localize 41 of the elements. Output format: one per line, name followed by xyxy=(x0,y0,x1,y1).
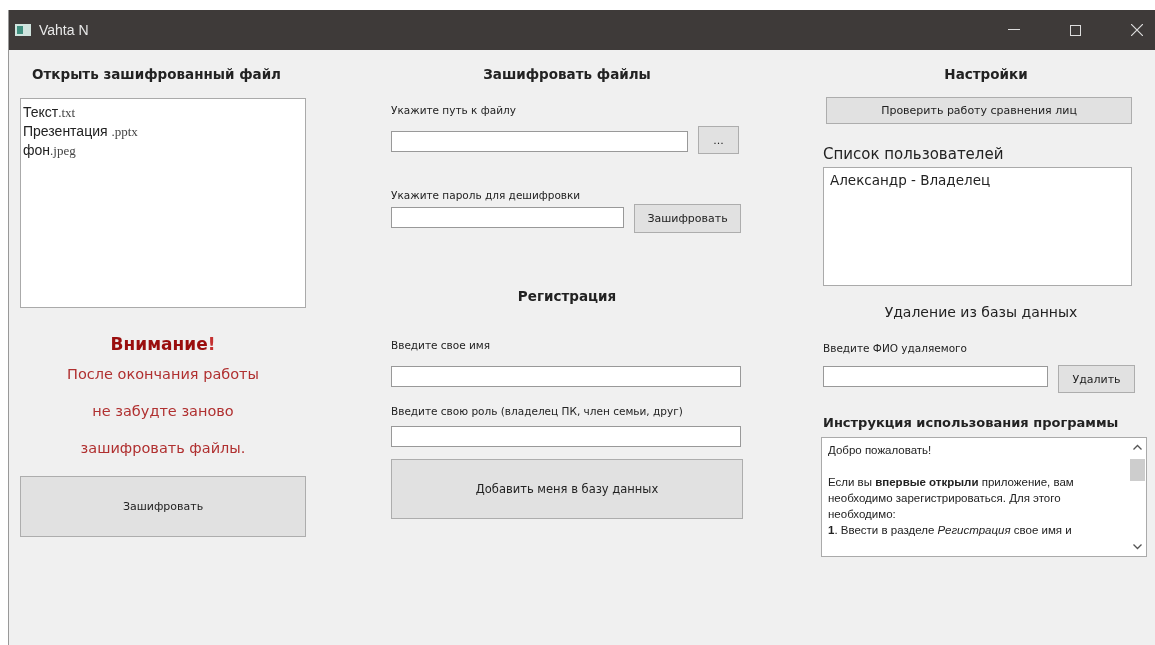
section-heading: Регистрация xyxy=(516,288,618,306)
field-label: Укажите путь к файлу xyxy=(391,104,517,116)
user-item[interactable]: Александр - Владелец xyxy=(830,172,1125,188)
subsection-heading: Удаление из базы данных xyxy=(883,304,1079,320)
field-label: Укажите пароль для дешифровки xyxy=(391,189,582,201)
delete-button[interactable]: Удалить xyxy=(1058,365,1135,393)
file-item[interactable]: Презентация .pptx xyxy=(23,122,305,141)
encrypt-button[interactable]: Зашифровать xyxy=(20,476,306,537)
encrypt-button[interactable]: Зашифровать xyxy=(634,204,741,233)
role-field[interactable] xyxy=(391,426,741,447)
name-field[interactable] xyxy=(823,366,1048,387)
warning-title: Внимание! xyxy=(109,334,217,354)
scroll-up-icon[interactable] xyxy=(1132,444,1142,450)
maximize-icon[interactable] xyxy=(1070,24,1081,36)
field-label: Введите свою роль (владелец ПК, член семьи, друг) xyxy=(391,405,684,417)
section-heading: Открыть зашифрованный файл xyxy=(31,66,282,84)
app-icon xyxy=(15,24,31,36)
instruction-text: Добро пожаловать! xyxy=(828,443,933,458)
field-label: Введите ФИО удаляемого xyxy=(823,342,969,354)
check-face-button[interactable]: Проверить работу сравнения лиц xyxy=(826,97,1132,124)
warning-text: После окончания работы xyxy=(66,366,260,384)
warning-text: не забудте заново xyxy=(91,403,235,421)
add-to-database-button[interactable]: Добавить меня в базу данных xyxy=(391,459,743,519)
scroll-thumb[interactable] xyxy=(1129,459,1145,481)
browse-button[interactable]: ... xyxy=(698,126,739,154)
section-heading: Инструкция использования программы xyxy=(823,415,1120,430)
users-label: Список пользователей xyxy=(823,145,1005,163)
field-label: Введите свое имя xyxy=(391,339,492,351)
path-field[interactable] xyxy=(391,131,688,152)
section-heading: Зашифровать файлы xyxy=(482,66,652,84)
window-title: Vahta N xyxy=(39,22,89,38)
close-icon[interactable] xyxy=(1131,24,1143,36)
scroll-down-icon[interactable] xyxy=(1132,544,1142,550)
minimize-icon[interactable] xyxy=(1008,29,1020,31)
instruction-text: Если вы впервые открыли приложение, вам необходимо зарегистрироваться. Для этого необходимо: 1. Ввести в разделе Регистрация свое имя и xyxy=(828,475,1075,538)
section-heading: Настройки xyxy=(943,66,1029,84)
warning-text: зашифровать файлы. xyxy=(79,440,247,458)
password-field[interactable] xyxy=(391,206,624,228)
file-item[interactable]: Текст.txt xyxy=(23,103,305,122)
name-field[interactable] xyxy=(391,366,741,387)
file-item[interactable]: фон.jpeg xyxy=(23,141,305,160)
